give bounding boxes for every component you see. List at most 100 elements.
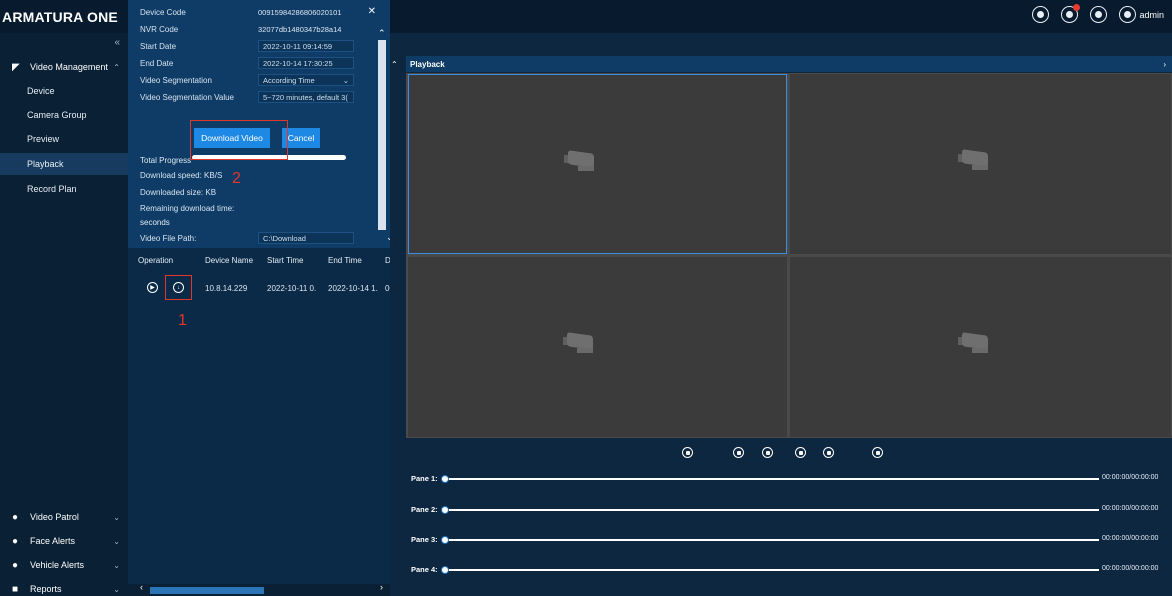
- field-label: Video Segmentation: [140, 75, 212, 85]
- sidebar-section-face-alerts[interactable]: ● Face Alerts ⌄: [0, 530, 128, 552]
- face-icon: ●: [12, 535, 19, 547]
- scroll-left-icon[interactable]: ‹: [140, 582, 143, 592]
- field-video-segmentation-value: Video Segmentation Value 5~720 minutes, …: [140, 89, 354, 105]
- video-pane-2[interactable]: [790, 74, 1171, 254]
- vehicle-icon: ●: [12, 559, 19, 571]
- user-icon: [1119, 6, 1137, 23]
- pane-1-time: 00:00:00/00:00:00: [1102, 474, 1159, 481]
- close-icon[interactable]: ✕: [368, 6, 376, 17]
- video-grid: [406, 73, 1172, 438]
- collapse-panel-icon[interactable]: ⌃: [391, 60, 398, 69]
- pane-3-label: Pane 3:: [411, 535, 438, 544]
- next-frame-icon[interactable]: [823, 447, 834, 458]
- sidebar-section-video-patrol[interactable]: ● Video Patrol ⌄: [0, 506, 128, 528]
- sidebar-item-playback[interactable]: Playback: [0, 153, 128, 175]
- seconds-row: seconds: [140, 214, 170, 230]
- total-progress-label: Total Progress: [140, 155, 192, 165]
- remaining-label: Remaining download time:: [140, 203, 235, 213]
- playback-header: Playback ›: [406, 56, 1172, 72]
- video-pane-4[interactable]: [790, 257, 1171, 437]
- file-path-row: Video File Path: C:\Download: [140, 230, 354, 246]
- patrol-icon: ●: [12, 511, 19, 523]
- chevron-up-icon: ⌃: [113, 62, 120, 72]
- file-path-label: Video File Path:: [140, 233, 197, 243]
- field-label: Video Segmentation Value: [140, 92, 234, 102]
- pane-4-slider-handle[interactable]: [441, 566, 449, 574]
- annotation-number-1: 1: [178, 312, 187, 329]
- user-name: admin: [1139, 9, 1164, 20]
- camera-placeholder-icon: [564, 150, 598, 172]
- start-date-input[interactable]: 2022-10-11 09:14:59: [258, 40, 354, 52]
- cell-start-time: 2022-10-11 0.: [267, 284, 317, 293]
- column-header-end-time: End Time: [328, 256, 362, 265]
- previous-frame-icon[interactable]: [733, 447, 744, 458]
- sidebar-section-label: Vehicle Alerts: [30, 560, 85, 570]
- pane-2-time: 00:00:00/00:00:00: [1102, 505, 1159, 512]
- sidebar-item-record-plan[interactable]: Record Plan: [0, 178, 128, 200]
- camera-placeholder-icon: [563, 332, 597, 354]
- file-path-input[interactable]: C:\Download: [258, 232, 354, 244]
- sidebar-item-camera-group[interactable]: Camera Group: [0, 104, 128, 126]
- fast-forward-icon[interactable]: [872, 447, 883, 458]
- pane-1-timeline[interactable]: [444, 478, 1099, 480]
- sidebar-item-device[interactable]: Device: [0, 80, 128, 102]
- segmentation-value-input[interactable]: 5~720 minutes, default 3(: [258, 91, 354, 103]
- horizontal-scroll-thumb[interactable]: [150, 587, 264, 594]
- pane-3-time: 00:00:00/00:00:00: [1102, 535, 1159, 542]
- pane-2-label: Pane 2:: [411, 505, 438, 514]
- pane-4-timeline[interactable]: [444, 569, 1099, 571]
- sidebar-section-label: Video Patrol: [30, 512, 79, 522]
- user-menu[interactable]: admin: [1119, 6, 1164, 23]
- pane-3-slider-handle[interactable]: [441, 536, 449, 544]
- scroll-up-icon[interactable]: ⌃: [378, 28, 386, 39]
- video-pane-1[interactable]: [408, 74, 787, 254]
- pane-3-timeline[interactable]: [444, 539, 1099, 541]
- pane-1-slider-handle[interactable]: [441, 475, 449, 483]
- dialog-scrollbar[interactable]: [378, 40, 386, 230]
- video-pane-3[interactable]: [408, 257, 787, 437]
- play-icon[interactable]: ▶: [147, 282, 158, 293]
- scroll-right-icon[interactable]: ›: [380, 582, 383, 592]
- end-date-input[interactable]: 2022-10-14 17:30:25: [258, 57, 354, 69]
- sidebar-section-vehicle-alerts[interactable]: ● Vehicle Alerts ⌄: [0, 554, 128, 576]
- notification-badge: [1073, 4, 1081, 11]
- pane-2-slider-handle[interactable]: [441, 506, 449, 514]
- cell-end-time: 2022-10-14 1.: [328, 284, 378, 293]
- alarm-icon[interactable]: [1061, 4, 1081, 23]
- field-label: NVR Code: [140, 24, 179, 34]
- settings-icon[interactable]: [1032, 6, 1050, 23]
- chevron-down-icon: ⌄: [113, 536, 120, 546]
- pane-1-label: Pane 1:: [411, 474, 438, 483]
- segmentation-select[interactable]: According Time ⌄: [258, 74, 354, 86]
- sidebar-section-label: Face Alerts: [30, 536, 76, 546]
- total-progress-row: Total Progress: [140, 152, 191, 168]
- sidebar: « ◤ Video Management ⌃ Device Camera Gro…: [0, 33, 128, 596]
- sidebar-item-preview[interactable]: Preview: [0, 128, 128, 150]
- chevron-down-icon: ⌄: [113, 560, 120, 570]
- pane-4-label: Pane 4:: [411, 565, 438, 574]
- field-device-code: Device Code 00915984286806020101: [140, 4, 354, 20]
- sidebar-section-label: Reports: [30, 584, 62, 594]
- highlight-box-2: [190, 120, 288, 160]
- top-icons: admin: [1032, 4, 1164, 23]
- collapse-sidebar-icon[interactable]: «: [114, 37, 120, 48]
- slow-down-icon[interactable]: [682, 447, 693, 458]
- sidebar-section-video-management[interactable]: ◤ Video Management ⌃: [0, 56, 128, 78]
- stop-icon[interactable]: [762, 447, 773, 458]
- downloaded-size-label: Downloaded size: KB: [140, 187, 217, 197]
- segmentation-value: According Time: [263, 75, 315, 85]
- camera-icon: ◤: [12, 61, 20, 73]
- camera-placeholder-icon: [958, 332, 992, 354]
- chevron-down-icon: ⌄: [113, 512, 120, 522]
- annotation-number-2: 2: [232, 170, 241, 187]
- pane-2-timeline[interactable]: [444, 509, 1099, 511]
- sidebar-section-reports[interactable]: ■ Reports ⌄: [0, 578, 128, 596]
- chevron-down-icon: ⌄: [342, 75, 349, 85]
- chevron-right-icon[interactable]: ›: [1163, 60, 1166, 69]
- chevron-down-icon: ⌄: [113, 584, 120, 594]
- help-icon[interactable]: [1090, 6, 1108, 23]
- field-nvr-code: NVR Code 32077db1480347b28a14: [140, 21, 354, 37]
- pause-icon[interactable]: [795, 447, 806, 458]
- field-label: Start Date: [140, 41, 177, 51]
- field-label: End Date: [140, 58, 174, 68]
